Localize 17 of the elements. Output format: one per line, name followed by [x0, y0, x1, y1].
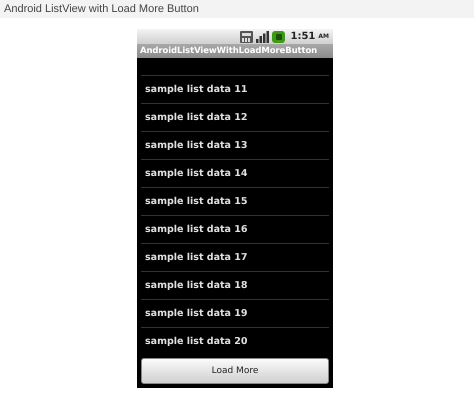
list-item[interactable]: sample list data 16	[141, 216, 329, 244]
page-title: Android ListView with Load More Button	[4, 3, 199, 15]
list-item[interactable]: sample list data 20	[141, 328, 329, 355]
clock-time: 1:51	[290, 31, 316, 42]
list-item[interactable]: sample list data 13	[141, 132, 329, 160]
list-item[interactable]: sample list data 11	[141, 76, 329, 104]
list-item[interactable]: sample list data 17	[141, 244, 329, 272]
load-more-button[interactable]: Load More	[141, 358, 329, 384]
battery-icon	[272, 30, 284, 42]
list-item[interactable]: sample list data 12	[141, 104, 329, 132]
list-item[interactable]: sample list data 19	[141, 300, 329, 328]
network-icon	[240, 30, 252, 42]
signal-icon	[256, 30, 268, 42]
app-title: AndroidListViewWithLoadMoreButton	[140, 46, 318, 56]
list-item[interactable]: sample list data 14	[141, 160, 329, 188]
list-item[interactable]: sample list data 18	[141, 272, 329, 300]
list-item[interactable]: sample list data 15	[141, 188, 329, 216]
